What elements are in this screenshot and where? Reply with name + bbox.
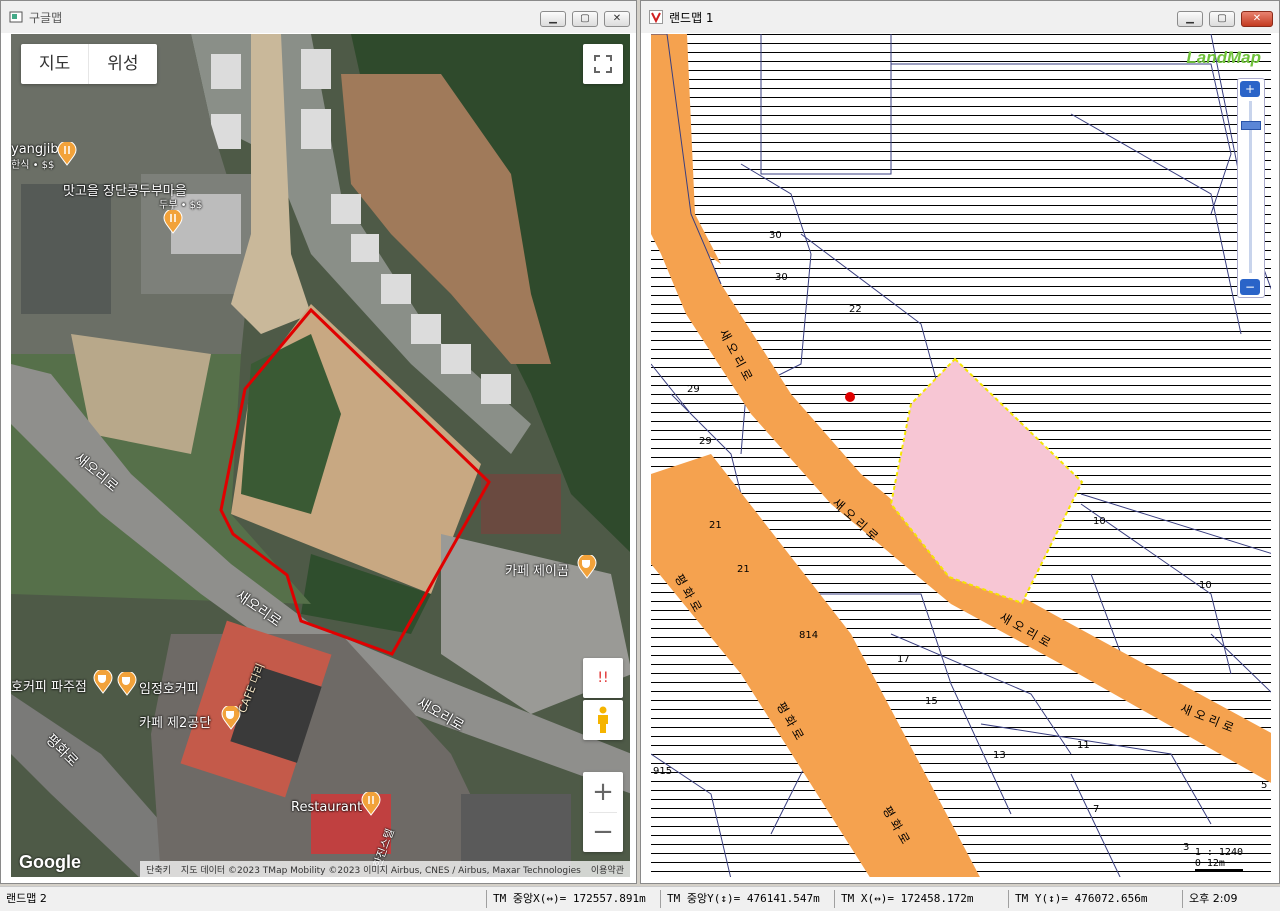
restaurant-pin-icon[interactable] [361, 792, 381, 816]
minimize-button[interactable]: ▁ [540, 11, 566, 27]
cafe-pin-icon[interactable] [117, 672, 137, 696]
zoom-out-button[interactable]: − [1240, 279, 1260, 295]
parcel-number: 3 [1183, 842, 1190, 853]
place-sub-yangjib: 한식 • $$ [11, 160, 55, 171]
landmap-logo: LandMap [1186, 48, 1261, 67]
zoom-slider[interactable]: + − [1237, 78, 1265, 298]
map-attribution: 단축키 지도 데이터 ©2023 TMap Mobility ©2023 이미지… [140, 861, 630, 877]
restaurant-pin-icon[interactable] [163, 210, 183, 234]
map-type-map-button[interactable]: 지도 [21, 44, 88, 84]
pegman-icon [598, 706, 608, 733]
parcel-number: 30 [775, 272, 788, 283]
scale-indicator: 1 : 1240 0 12m [1194, 847, 1243, 871]
google-logo: Google [19, 852, 81, 872]
status-tm-center-x: TM 중앙X(↔)= 172557.891m [486, 890, 646, 908]
close-button[interactable]: ✕ [604, 11, 630, 27]
status-tm-y: TM Y(↕)= 476072.656m [1008, 890, 1147, 908]
maximize-button[interactable]: ▢ [1209, 11, 1235, 27]
scale-ratio: 1 : 1240 [1194, 847, 1243, 858]
status-tm-center-y: TM 중앙Y(↕)= 476141.547m [660, 890, 820, 908]
parcel-number: 814 [799, 630, 819, 641]
parcel-number: 17 [897, 654, 910, 665]
google-map-window: 구글맵 ▁ ▢ ✕ 지도 위성 yangjib 한식 • $$ 맛고을 장단콩두… [0, 0, 637, 884]
parcel-number: 13 [993, 750, 1006, 761]
pegman-button[interactable] [583, 700, 623, 740]
parcel-number: 22 [849, 304, 862, 315]
place-label-hocoffee[interactable]: 호커피 파주점 [11, 676, 87, 695]
maximize-button[interactable]: ▢ [572, 11, 598, 27]
parcel-number: 29 [687, 384, 700, 395]
fullscreen-icon [594, 55, 612, 73]
place-label-cafe2[interactable]: 카페 제2공단 [139, 712, 211, 731]
cafe-pin-icon[interactable] [93, 670, 113, 694]
landmap-app-icon [649, 10, 663, 24]
app-icon [9, 11, 23, 23]
terms-link[interactable]: 이용약관 [591, 863, 624, 876]
zoom-out-button[interactable]: − [592, 813, 614, 852]
satellite-map[interactable]: 지도 위성 yangjib 한식 • $$ 맛고을 장단콩두부마을 두부 • $… [11, 34, 630, 877]
status-app-name: 랜드맵 2 [6, 892, 47, 905]
minimize-button[interactable]: ▁ [1177, 11, 1203, 27]
zoom-control: + − [583, 772, 623, 852]
parcel-number: 21 [737, 564, 750, 575]
parcel-number: 21 [709, 520, 722, 531]
place-label-imjeong[interactable]: 임정호커피 [139, 678, 199, 697]
cadastral-drawing [651, 34, 1271, 877]
zoom-in-button[interactable]: + [592, 772, 614, 812]
window-title: 랜드맵 1 [669, 10, 714, 25]
cafe-pin-icon[interactable] [577, 555, 597, 579]
parcel-number: 5 [1261, 780, 1268, 791]
scale-bar: 0 12m [1194, 858, 1243, 871]
close-button[interactable]: ✕ [1241, 11, 1273, 27]
window-title: 구글맵 [29, 10, 63, 25]
status-clock: 오후 2:09 [1182, 890, 1237, 908]
zoom-in-button[interactable]: + [1240, 81, 1260, 97]
title-bar[interactable]: 랜드맵 1 ▁ ▢ ✕ [641, 1, 1279, 33]
satellite-imagery [11, 34, 630, 877]
parcel-number: 7 [1093, 804, 1100, 815]
map-type-satellite-button[interactable]: 위성 [88, 44, 156, 84]
place-sub-matgoeul: 두부 • $$ [159, 200, 203, 211]
parcel-number: 915 [653, 766, 673, 777]
place-label-restaurant[interactable]: Restaurant [291, 800, 362, 815]
title-bar[interactable]: 구글맵 ▁ ▢ ✕ [1, 1, 636, 33]
parcel-number: 30 [769, 230, 782, 241]
map-data-credit: 지도 데이터 ©2023 TMap Mobility ©2023 이미지 Air… [180, 865, 581, 876]
fullscreen-button[interactable] [583, 44, 623, 84]
status-bar: 랜드맵 2 TM 중앙X(↔)= 172557.891m TM 중앙Y(↕)= … [0, 886, 1280, 911]
parcel-number: 11 [1077, 740, 1090, 751]
parcel-number: 29 [699, 436, 712, 447]
parcel-number: 10 [1093, 516, 1106, 527]
status-tm-x: TM X(↔)= 172458.172m [834, 890, 973, 908]
restaurant-pin-icon[interactable] [57, 142, 77, 166]
parcel-number: 10 [1199, 580, 1212, 591]
place-label-yangjib[interactable]: yangjib [11, 142, 59, 157]
zoom-handle[interactable] [1241, 121, 1261, 130]
map-type-control: 지도 위성 [21, 44, 157, 84]
landmap-window: 랜드맵 1 ▁ ▢ ✕ LandMap 30 30 22 29 29 21 21… [640, 0, 1280, 884]
alert-button[interactable]: !! [583, 658, 623, 698]
cadastral-map[interactable]: LandMap 30 30 22 29 29 21 21 10 10 814 1… [651, 34, 1271, 877]
parcel-number: 15 [925, 696, 938, 707]
shortcuts-link[interactable]: 단축키 [146, 863, 171, 876]
place-label-cafe-jeigong[interactable]: 카페 제이곰 [505, 560, 569, 579]
